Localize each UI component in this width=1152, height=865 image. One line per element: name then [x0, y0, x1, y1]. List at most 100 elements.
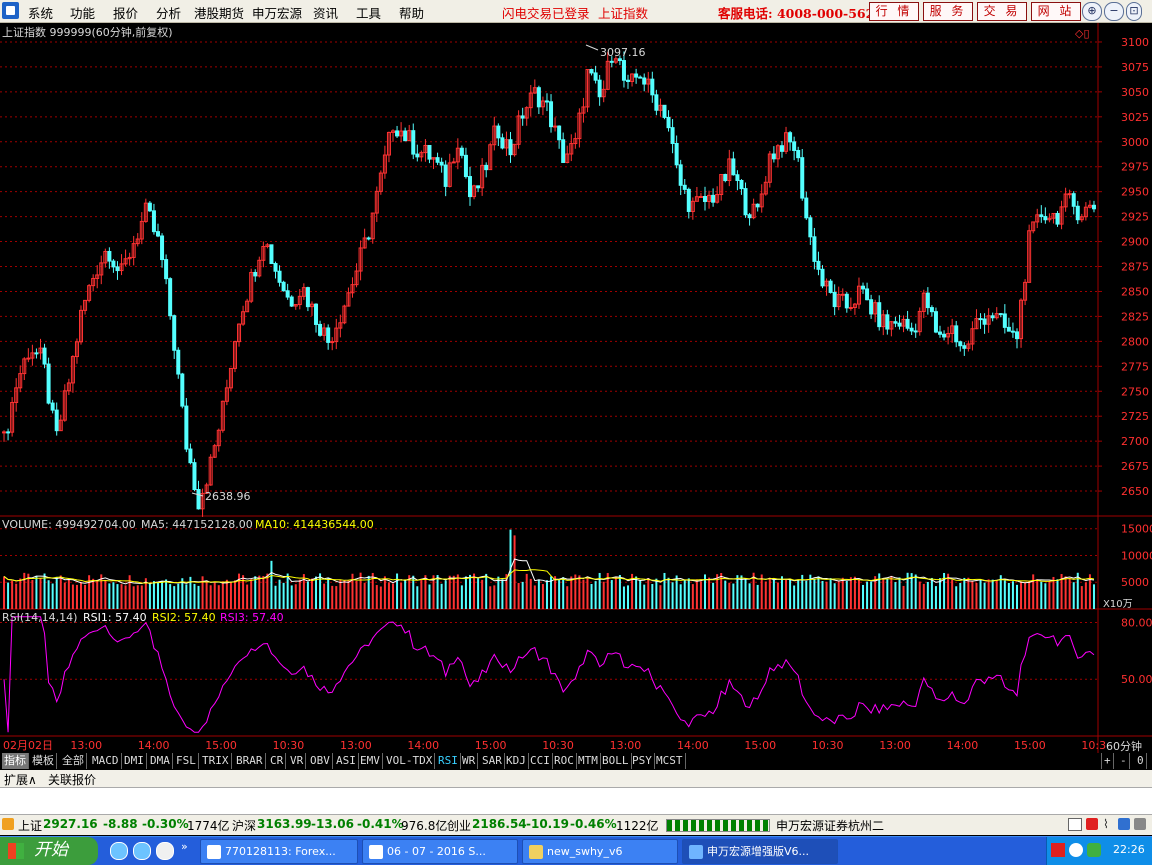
- menu-system[interactable]: 系统: [28, 3, 53, 22]
- task-date[interactable]: 06 - 07 - 2016 S...: [362, 839, 518, 864]
- lock-icon[interactable]: [1118, 818, 1130, 830]
- candle-body: [427, 144, 432, 160]
- volume-tick-label: 5000: [1121, 576, 1149, 589]
- time-label: 13:00: [879, 739, 911, 752]
- task-forex[interactable]: 770128113: Forex...: [200, 839, 358, 864]
- cy-amount: 1122亿: [616, 819, 659, 833]
- ie-alt-icon[interactable]: [133, 842, 151, 860]
- period-label[interactable]: 60分钟: [1106, 739, 1142, 753]
- task-folder[interactable]: new_swhy_v6: [522, 839, 678, 864]
- tab-0[interactable]: 指标: [2, 753, 29, 769]
- tab-macd[interactable]: MACD: [90, 753, 122, 769]
- chart-options-icon[interactable]: ◇▯: [1075, 27, 1090, 40]
- candle-body: [6, 431, 11, 434]
- alert-icon[interactable]: [1086, 818, 1098, 830]
- tab-mcst[interactable]: MCST: [654, 753, 686, 769]
- service-button[interactable]: 服 务: [923, 2, 973, 21]
- expand-tab[interactable]: 扩展∧: [4, 771, 37, 788]
- minimize-button[interactable]: −: [1104, 2, 1124, 21]
- candle-body: [439, 161, 444, 166]
- candle-body: [107, 250, 112, 262]
- tab-rsi[interactable]: RSI: [436, 753, 461, 769]
- menu-news[interactable]: 资讯: [313, 3, 338, 22]
- tray-flag-icon[interactable]: [1051, 843, 1065, 857]
- menu-function[interactable]: 功能: [70, 3, 95, 22]
- candle-body: [172, 315, 177, 351]
- website-button[interactable]: 网 站: [1031, 2, 1081, 21]
- settings-icon[interactable]: [1134, 818, 1146, 830]
- info-panel: [0, 788, 1152, 814]
- app-logo-icon: [2, 2, 19, 19]
- price-tick-label: 2725: [1121, 410, 1149, 423]
- price-tick-label: 2850: [1121, 285, 1149, 298]
- rsi1-label: RSI1: 57.40: [83, 611, 147, 624]
- candle-body: [451, 161, 456, 164]
- tab-sar[interactable]: SAR: [480, 753, 505, 769]
- kline-chart[interactable]: 3100 3075 3050 3025 3000 2975 2950 2925 2900 2875…: [0, 23, 1152, 753]
- tab-emv[interactable]: EMV: [358, 753, 383, 769]
- menu-swhy[interactable]: 申万宏源: [252, 3, 302, 22]
- candle-body: [808, 217, 813, 238]
- tab-trix[interactable]: TRIX: [200, 753, 232, 769]
- tab-2[interactable]: 全部: [60, 753, 87, 769]
- start-button[interactable]: 开始: [0, 837, 98, 865]
- toolbar-toggle-icon[interactable]: ⊕: [1082, 2, 1102, 21]
- task-swhy-app[interactable]: 申万宏源增强版V6...: [682, 839, 838, 864]
- candle-body: [1055, 212, 1060, 225]
- candle-body: [459, 147, 464, 156]
- candle-body: [735, 174, 740, 181]
- sh-value: 2927.16: [43, 817, 98, 831]
- market-button[interactable]: 行 情: [869, 2, 919, 21]
- tab-obv[interactable]: OBV: [308, 753, 333, 769]
- tab-wr[interactable]: WR: [460, 753, 479, 769]
- candle-body: [609, 60, 614, 63]
- candle-body: [476, 185, 481, 189]
- tab-voltdx[interactable]: VOL-TDX: [384, 753, 436, 769]
- restore-button[interactable]: ⊡: [1126, 2, 1142, 21]
- tab-cr[interactable]: CR: [268, 753, 287, 769]
- zoom-out-button[interactable]: -: [1118, 753, 1130, 769]
- tab-asi[interactable]: ASI: [334, 753, 359, 769]
- quicklaunch-app-icon[interactable]: [156, 842, 174, 860]
- trade-button[interactable]: 交 易: [977, 2, 1027, 21]
- candle-body: [155, 231, 160, 237]
- reset-button[interactable]: 0: [1135, 753, 1147, 769]
- tab-vr[interactable]: VR: [288, 753, 307, 769]
- candle-body: [925, 292, 930, 309]
- tab-brar[interactable]: BRAR: [234, 753, 266, 769]
- price-tick-label: 2900: [1121, 236, 1149, 249]
- menu-analysis[interactable]: 分析: [156, 3, 181, 22]
- chart-area[interactable]: 3100 3075 3050 3025 3000 2975 2950 2925 2900 2875…: [0, 23, 1152, 770]
- tab-kdj[interactable]: KDJ: [504, 753, 529, 769]
- candle-body: [962, 345, 967, 349]
- menu-hk-futures[interactable]: 港股期货: [194, 3, 244, 22]
- window-icon[interactable]: [1068, 818, 1082, 831]
- candle-body: [909, 327, 914, 332]
- ie-icon[interactable]: [110, 842, 128, 860]
- candle-body: [1006, 326, 1011, 332]
- tab-psy[interactable]: PSY: [630, 753, 655, 769]
- zoom-in-button[interactable]: +: [1101, 753, 1114, 769]
- cy-value: 2186.54: [472, 817, 527, 831]
- tab-cci[interactable]: CCI: [528, 753, 553, 769]
- tab-fsl[interactable]: FSL: [174, 753, 199, 769]
- tab-boll[interactable]: BOLL: [600, 753, 632, 769]
- menu-quote[interactable]: 报价: [113, 3, 138, 22]
- candle-body: [467, 176, 472, 198]
- tab-dma[interactable]: DMA: [148, 753, 173, 769]
- tray-network-icon[interactable]: [1069, 843, 1083, 857]
- price-tick-label: 2950: [1121, 186, 1149, 199]
- signal-icon[interactable]: ⌇: [1103, 817, 1109, 831]
- tab-roc[interactable]: ROC: [552, 753, 577, 769]
- menu-help[interactable]: 帮助: [399, 3, 424, 22]
- candle-body: [1091, 204, 1096, 210]
- tab-mtm[interactable]: MTM: [576, 753, 601, 769]
- quicklaunch-expand-icon[interactable]: »: [181, 840, 188, 853]
- candle-body: [443, 164, 448, 187]
- related-quote-tab[interactable]: 关联报价: [48, 771, 96, 788]
- tab-1[interactable]: 模板: [30, 753, 57, 769]
- tab-dmi[interactable]: DMI: [122, 753, 147, 769]
- menu-tools[interactable]: 工具: [356, 3, 381, 22]
- time-label: 14:00: [138, 739, 170, 752]
- tray-security-icon[interactable]: [1087, 843, 1101, 857]
